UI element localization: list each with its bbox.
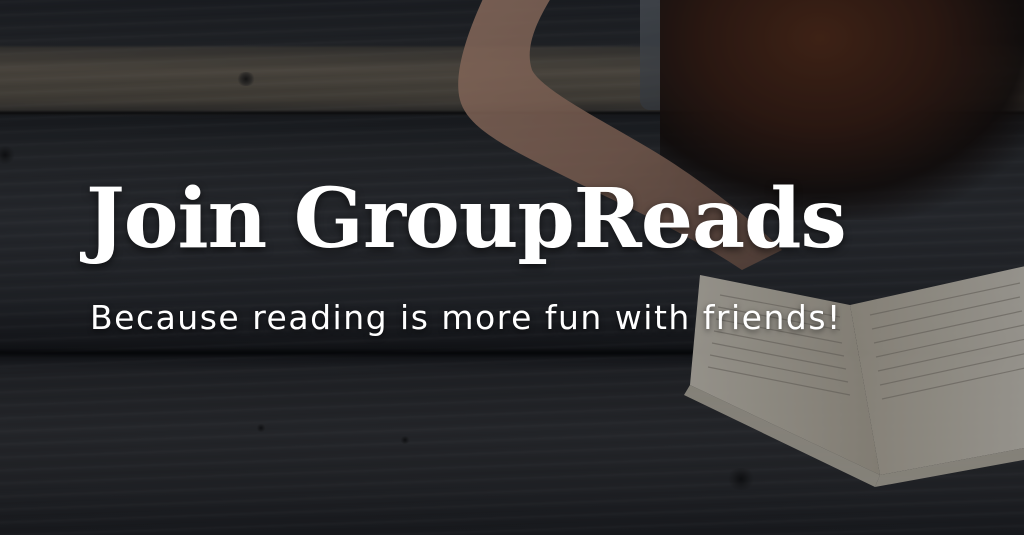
hero-banner: Join GroupReads Because reading is more … [0, 0, 1024, 535]
hero-title: Join GroupReads [86, 171, 847, 267]
dark-overlay [0, 0, 1024, 535]
hero-tagline: Because reading is more fun with friends… [90, 298, 842, 337]
